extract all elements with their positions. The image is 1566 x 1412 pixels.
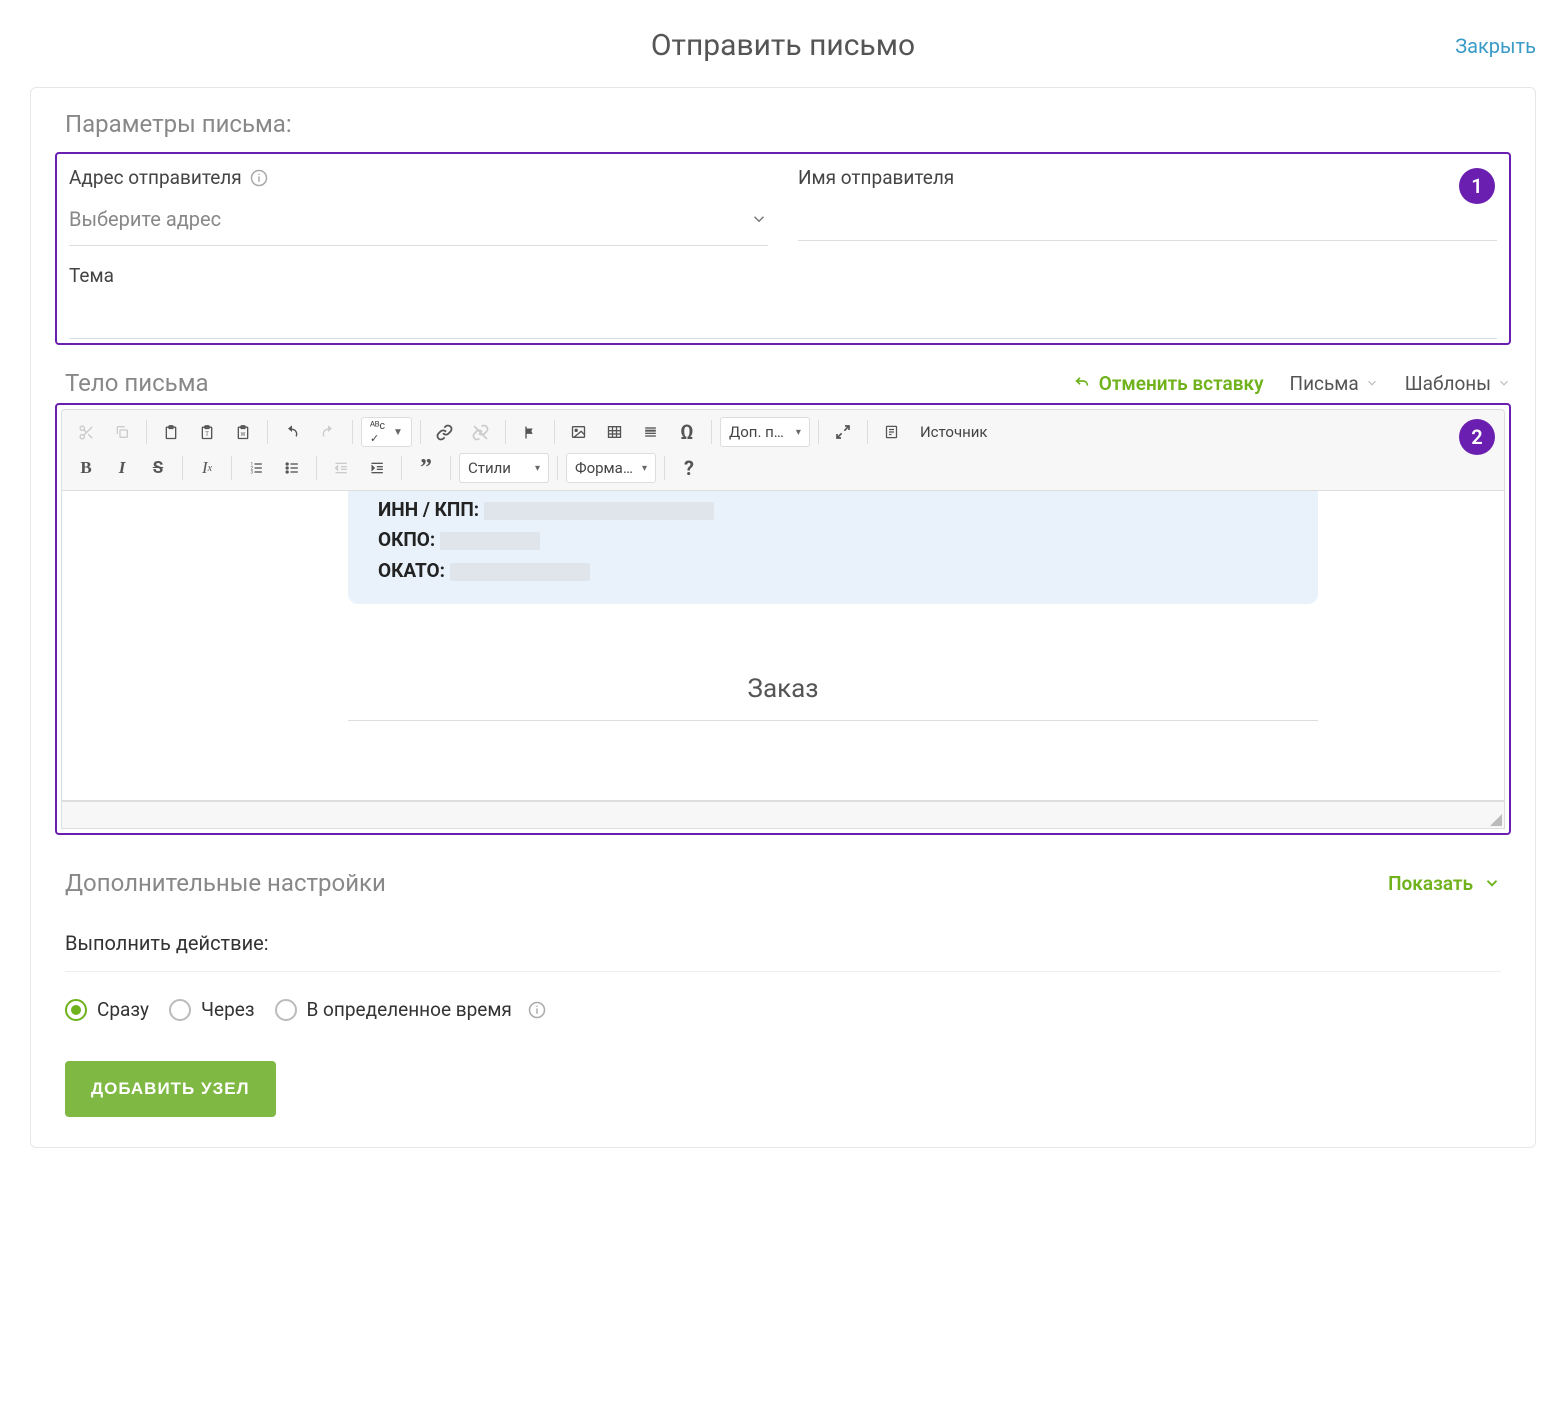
templates-dropdown[interactable]: Шаблоны [1405, 372, 1511, 395]
radio-at-time[interactable] [275, 999, 297, 1021]
sender-name-input[interactable] [798, 197, 1497, 241]
flag-icon[interactable] [514, 416, 546, 448]
copy-icon[interactable] [106, 416, 138, 448]
radio-immediately-label: Сразу [97, 998, 149, 1021]
radio-at-time-label: В определенное время [307, 998, 512, 1021]
sender-address-select[interactable]: Выберите адрес [69, 197, 768, 246]
bullet-list-icon[interactable] [276, 452, 308, 484]
callout-badge-2: 2 [1459, 419, 1495, 455]
outdent-icon[interactable] [325, 452, 357, 484]
editor-toolbar: T W ᴬᴮϲ✓▼ [61, 409, 1505, 491]
resize-grip-icon[interactable] [1490, 814, 1502, 826]
show-extra-button[interactable]: Показать [1388, 872, 1501, 895]
order-heading: Заказ [62, 674, 1504, 704]
close-button[interactable]: Закрыть [1455, 34, 1536, 58]
strike-icon[interactable]: S [142, 452, 174, 484]
chevron-down-icon [1483, 874, 1501, 892]
editor: T W ᴬᴮϲ✓▼ [61, 409, 1505, 829]
help-icon[interactable]: ? [673, 452, 705, 484]
sender-name-label: Имя отправителя [798, 166, 1497, 189]
sender-address-placeholder: Выберите адрес [69, 207, 221, 231]
subject-input[interactable] [69, 295, 1497, 339]
subject-label: Тема [69, 264, 1497, 287]
params-section-title: Параметры письма: [65, 110, 1535, 138]
specialchar-icon[interactable]: Ω [671, 416, 703, 448]
source-icon[interactable] [876, 416, 908, 448]
info-icon[interactable] [250, 169, 268, 187]
undo-icon[interactable] [276, 416, 308, 448]
chevron-down-icon [1365, 376, 1379, 390]
sender-address-label: Адрес отправителя [69, 166, 768, 189]
svg-text:3: 3 [250, 469, 253, 475]
paste-word-icon[interactable]: W [227, 416, 259, 448]
blockquote-icon[interactable]: ” [410, 452, 442, 484]
action-title: Выполнить действие: [65, 931, 1501, 955]
chevron-down-icon [750, 210, 768, 228]
paste-icon[interactable] [155, 416, 187, 448]
body-section-title: Тело письма [65, 369, 209, 397]
radio-immediately[interactable] [65, 999, 87, 1021]
radio-after-label: Через [201, 998, 254, 1021]
panel: Параметры письма: 1 Адрес отправителя Вы… [30, 87, 1536, 1148]
paste-text-icon[interactable]: T [191, 416, 223, 448]
table-icon[interactable] [599, 416, 631, 448]
numbered-list-icon[interactable]: 123 [240, 452, 272, 484]
body-callout: 2 T W ᴬᴮϲ✓▼ [55, 403, 1511, 835]
radio-after[interactable] [169, 999, 191, 1021]
image-icon[interactable] [563, 416, 595, 448]
info-box: ИНН / КПП: ОКПО: ОКАТО: [348, 491, 1318, 604]
params-callout: 1 Адрес отправителя Выберите адрес [55, 152, 1511, 345]
chevron-down-icon [1497, 376, 1511, 390]
svg-text:W: W [241, 431, 246, 437]
letters-dropdown[interactable]: Письма [1290, 372, 1379, 395]
page-title: Отправить письмо [30, 28, 1536, 63]
format-dropdown[interactable]: Форма…▾ [566, 453, 656, 483]
source-button[interactable]: Источник [912, 417, 996, 447]
redo-icon[interactable] [312, 416, 344, 448]
add-node-button[interactable]: ДОБАВИТЬ УЗЕЛ [65, 1061, 276, 1117]
link-icon[interactable] [429, 416, 461, 448]
editor-statusbar [61, 801, 1505, 829]
removeformat-icon[interactable]: Ix [191, 452, 223, 484]
unlink-icon[interactable] [465, 416, 497, 448]
cut-icon[interactable] [70, 416, 102, 448]
extra-settings-title: Дополнительные настройки [65, 869, 386, 897]
maximize-icon[interactable] [827, 416, 859, 448]
hr-icon[interactable] [635, 416, 667, 448]
undo-insert-button[interactable]: Отменить вставку [1073, 372, 1264, 395]
info-icon[interactable] [528, 1001, 546, 1019]
editor-body[interactable]: ИНН / КПП: ОКПО: ОКАТО: Заказ [61, 491, 1505, 801]
styles-dropdown[interactable]: Стили▾ [459, 453, 549, 483]
indent-icon[interactable] [361, 452, 393, 484]
extra-plugins-dropdown[interactable]: Доп. п…▾ [720, 417, 810, 447]
callout-badge-1: 1 [1459, 168, 1495, 204]
italic-icon[interactable]: I [106, 452, 138, 484]
bold-icon[interactable]: B [70, 452, 102, 484]
spellcheck-dropdown[interactable]: ᴬᴮϲ✓▼ [361, 417, 412, 447]
svg-text:T: T [205, 430, 209, 437]
